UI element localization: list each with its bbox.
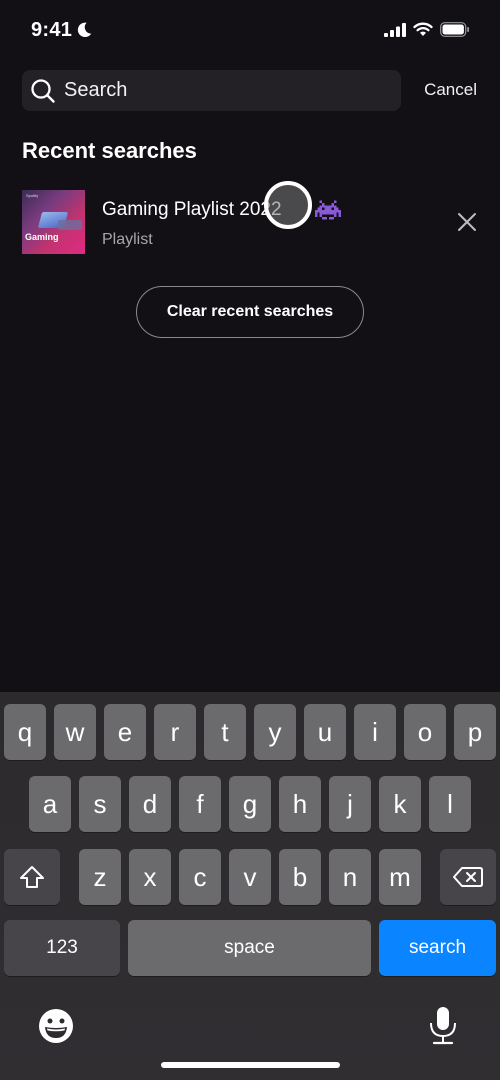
search-bar: Cancel xyxy=(22,70,482,112)
key-z[interactable]: z xyxy=(79,849,121,905)
delete-key[interactable] xyxy=(440,849,496,905)
search-field[interactable] xyxy=(22,70,401,111)
recent-search-item[interactable]: Spotify Gaming Gaming Playlist 2022 Play… xyxy=(22,190,490,254)
cover-art-shape xyxy=(58,220,82,230)
key-t[interactable]: t xyxy=(204,704,246,760)
key-b[interactable]: b xyxy=(279,849,321,905)
search-icon xyxy=(31,79,55,103)
cover-title-label: Gaming xyxy=(25,232,59,242)
clear-recent-searches-button[interactable]: Clear recent searches xyxy=(136,286,364,338)
cover-brand-label: Spotify xyxy=(26,193,39,198)
wifi-icon xyxy=(413,22,433,36)
moon-icon xyxy=(77,22,92,38)
recent-item-title: Gaming Playlist 2022 xyxy=(102,199,282,220)
cancel-button[interactable]: Cancel xyxy=(424,80,477,100)
emoji-icon[interactable] xyxy=(38,1008,74,1044)
home-indicator[interactable] xyxy=(161,1062,340,1068)
touch-indicator xyxy=(264,181,312,229)
recent-item-type: Playlist xyxy=(102,231,153,248)
keyboard: 123 space search qwertyuiop asdfghjkl zxcv… xyxy=(0,692,500,1080)
key-q[interactable]: q xyxy=(4,704,46,760)
key-n[interactable]: n xyxy=(329,849,371,905)
space-key[interactable]: space xyxy=(128,920,371,976)
key-w[interactable]: w xyxy=(54,704,96,760)
cellular-signal-icon xyxy=(384,22,406,37)
key-a[interactable]: a xyxy=(29,776,71,832)
key-j[interactable]: j xyxy=(329,776,371,832)
key-m[interactable]: m xyxy=(379,849,421,905)
battery-icon xyxy=(440,22,469,37)
key-s[interactable]: s xyxy=(79,776,121,832)
key-g[interactable]: g xyxy=(229,776,271,832)
key-k[interactable]: k xyxy=(379,776,421,832)
key-d[interactable]: d xyxy=(129,776,171,832)
key-e[interactable]: e xyxy=(104,704,146,760)
key-x[interactable]: x xyxy=(129,849,171,905)
key-y[interactable]: y xyxy=(254,704,296,760)
close-icon[interactable] xyxy=(456,211,478,233)
key-p[interactable]: p xyxy=(454,704,496,760)
numbers-key[interactable]: 123 xyxy=(4,920,120,976)
microphone-icon[interactable] xyxy=(428,1006,458,1046)
space-invader-icon xyxy=(315,200,341,220)
status-bar: 9:41 xyxy=(0,0,500,60)
shift-icon xyxy=(20,866,44,888)
key-u[interactable]: u xyxy=(304,704,346,760)
backspace-icon xyxy=(453,867,483,887)
key-i[interactable]: i xyxy=(354,704,396,760)
shift-key[interactable] xyxy=(4,849,60,905)
recent-searches-heading: Recent searches xyxy=(22,138,197,163)
status-icons xyxy=(384,22,470,37)
key-o[interactable]: o xyxy=(404,704,446,760)
search-key[interactable]: search xyxy=(379,920,496,976)
key-v[interactable]: v xyxy=(229,849,271,905)
key-c[interactable]: c xyxy=(179,849,221,905)
search-input[interactable] xyxy=(64,70,394,111)
status-time: 9:41 xyxy=(31,19,73,41)
key-f[interactable]: f xyxy=(179,776,221,832)
playlist-cover-image: Spotify Gaming xyxy=(22,190,85,254)
key-l[interactable]: l xyxy=(429,776,471,832)
key-h[interactable]: h xyxy=(279,776,321,832)
key-r[interactable]: r xyxy=(154,704,196,760)
